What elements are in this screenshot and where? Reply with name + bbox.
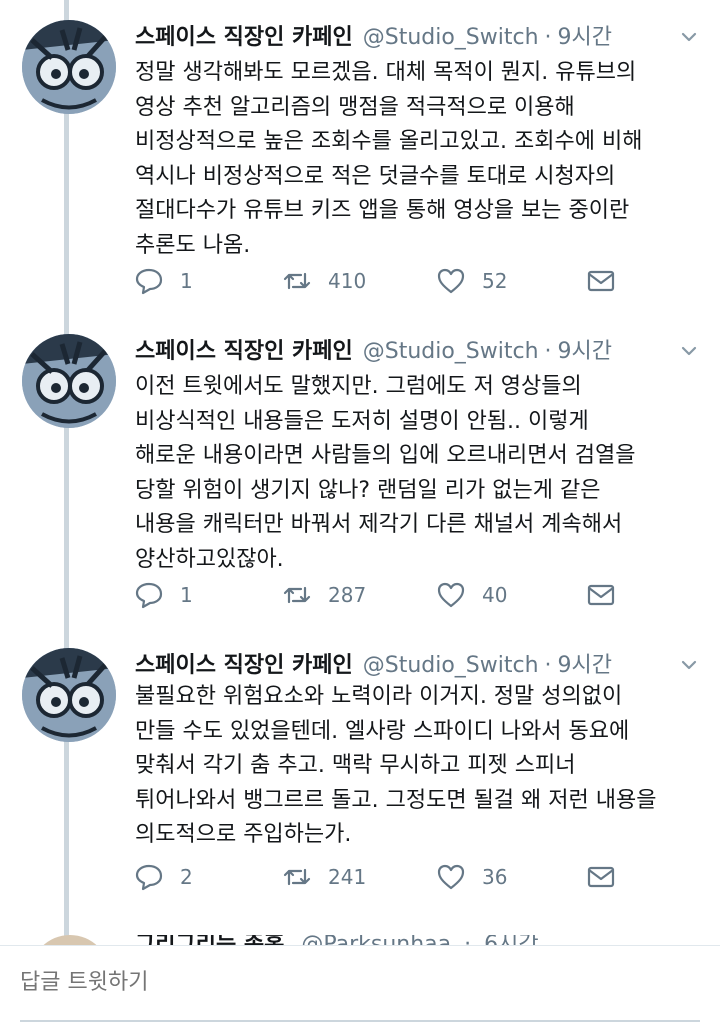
tweet-actions: 1 410 52 <box>132 264 692 298</box>
reply-count: 1 <box>180 269 193 293</box>
like-button[interactable]: 36 <box>436 860 507 894</box>
avatar[interactable] <box>22 648 116 742</box>
tweet-text: 정말 생각해봐도 모르겠음. 대체 목적이 뭔지. 유튜브의 영상 추천 알고리… <box>135 60 643 258</box>
retweet-icon <box>283 586 311 604</box>
tweet-text: 불필요한 위험요소와 노력이라 이거지. 정말 성의없이 만들 수도 있었을텐데… <box>135 684 657 847</box>
retweet-count: 241 <box>328 865 367 889</box>
reply-count: 1 <box>180 583 193 607</box>
author-name[interactable]: 스페이스 직장인 카페인 <box>135 20 353 56</box>
separator-dot: · <box>544 653 552 678</box>
like-button[interactable]: 40 <box>436 578 507 612</box>
tweet-actions: 2 241 36 <box>132 860 692 894</box>
tweet[interactable]: 스페이스 직장인 카페인 @Studio_Switch · 9시간 정말 생각해… <box>0 20 720 320</box>
reply-button[interactable]: 1 <box>134 264 193 298</box>
tweet-text: 이전 트윗에서도 말했지만. 그럼에도 저 영상들의 비상식적인 내용들은 도저… <box>135 374 636 572</box>
direct-message-button[interactable] <box>586 264 616 298</box>
author-name[interactable]: 스페이스 직장인 카페인 <box>135 334 353 370</box>
reply-input[interactable] <box>20 960 700 1006</box>
avatar[interactable] <box>22 20 116 114</box>
tweet-time[interactable]: 9시간 <box>558 648 612 684</box>
tweet-header: 스페이스 직장인 카페인 @Studio_Switch · 9시간 <box>135 334 612 370</box>
tweet[interactable]: 스페이스 직장인 카페인 @Studio_Switch · 9시간 이전 트윗에… <box>0 334 720 634</box>
like-count: 36 <box>482 865 508 889</box>
envelope-icon <box>587 866 615 888</box>
tweet-time[interactable]: 9시간 <box>558 20 612 56</box>
reply-underline <box>20 1020 700 1022</box>
reply-count: 2 <box>180 865 193 889</box>
reply-icon <box>135 268 163 295</box>
author-handle[interactable]: @Studio_Switch <box>363 20 539 56</box>
tweet-time[interactable]: 9시간 <box>558 334 612 370</box>
retweet-button[interactable]: 241 <box>282 860 366 894</box>
author-handle[interactable]: @Studio_Switch <box>363 334 539 370</box>
like-count: 52 <box>482 269 508 293</box>
tweet-header: 스페이스 직장인 카페인 @Studio_Switch · 9시간 <box>135 20 612 56</box>
retweet-button[interactable]: 410 <box>282 264 366 298</box>
heart-icon <box>437 582 465 608</box>
retweet-icon <box>283 272 311 290</box>
retweet-icon <box>283 868 311 886</box>
separator-dot: · <box>544 25 552 50</box>
envelope-icon <box>587 584 615 606</box>
heart-icon <box>437 268 465 294</box>
like-button[interactable]: 52 <box>436 264 507 298</box>
reply-icon <box>135 582 163 609</box>
chevron-down-icon[interactable] <box>678 340 700 362</box>
retweet-count: 410 <box>328 269 367 293</box>
author-name[interactable]: 스페이스 직장인 카페인 <box>135 648 353 684</box>
tweet[interactable]: 스페이스 직장인 카페인 @Studio_Switch · 9시간 불필요한 위… <box>0 648 720 918</box>
chevron-down-icon[interactable] <box>678 26 700 48</box>
chevron-down-icon[interactable] <box>678 654 700 676</box>
like-count: 40 <box>482 583 508 607</box>
tweet-header: 스페이스 직장인 카페인 @Studio_Switch · 9시간 <box>135 648 612 684</box>
reply-button[interactable]: 2 <box>134 860 193 894</box>
author-handle[interactable]: @Studio_Switch <box>363 648 539 684</box>
reply-icon <box>135 864 163 891</box>
reply-button[interactable]: 1 <box>134 578 193 612</box>
retweet-count: 287 <box>328 583 367 607</box>
heart-icon <box>437 864 465 890</box>
reply-bar <box>0 945 720 1026</box>
tweet-actions: 1 287 40 <box>132 578 692 612</box>
envelope-icon <box>587 270 615 292</box>
retweet-button[interactable]: 287 <box>282 578 366 612</box>
direct-message-button[interactable] <box>586 860 616 894</box>
direct-message-button[interactable] <box>586 578 616 612</box>
avatar[interactable] <box>22 334 116 428</box>
separator-dot: · <box>544 339 552 364</box>
